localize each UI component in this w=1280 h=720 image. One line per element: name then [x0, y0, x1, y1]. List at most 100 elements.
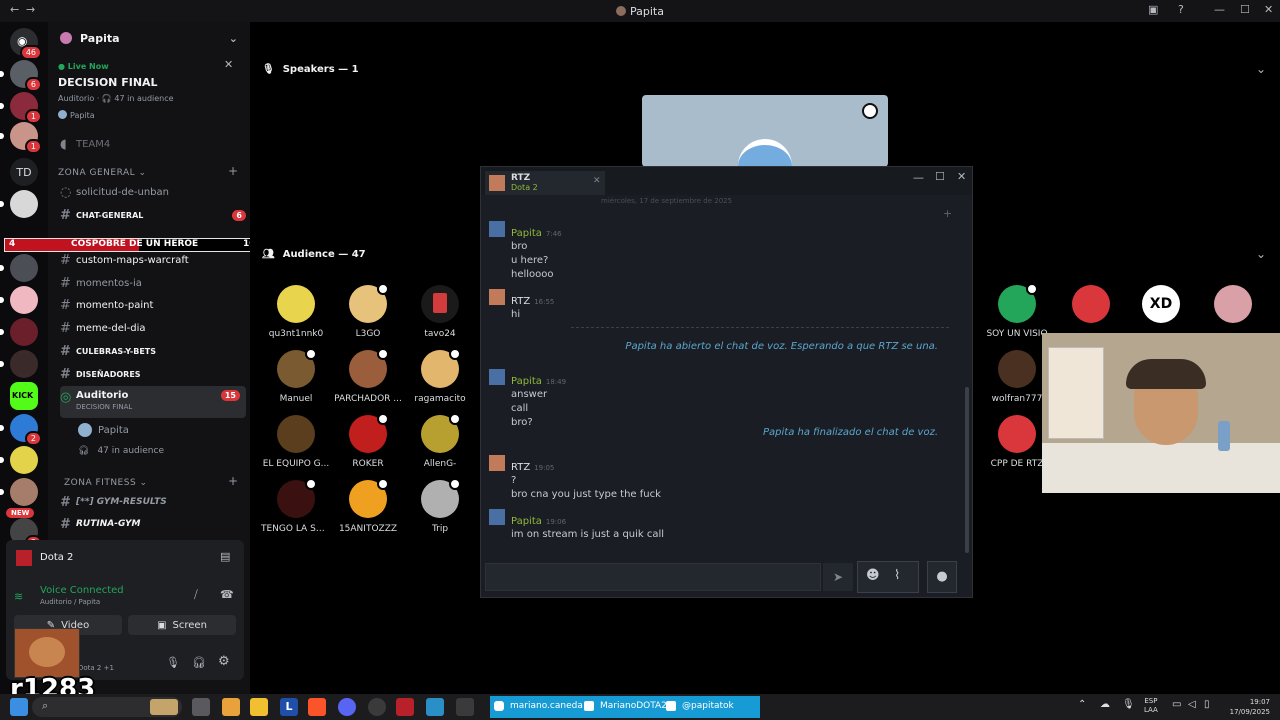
live-event-card[interactable]: ● Live Now ✕ DECISION FINAL Auditorio · … [48, 56, 250, 144]
disconnect-icon[interactable]: ☎ [220, 588, 234, 601]
stage-member[interactable]: Papita [78, 420, 264, 440]
server-icon[interactable] [0, 190, 38, 218]
close-tab-icon[interactable]: ✕ [593, 176, 601, 186]
brave-icon[interactable] [308, 698, 326, 716]
maximize-icon[interactable]: ☐ [935, 170, 945, 183]
attachment-icon[interactable]: ⌇ [894, 568, 900, 583]
channel-gym-results[interactable]: # [**] GYM-RESULTS [60, 492, 246, 512]
channel-auditorio[interactable]: ◎ Auditorio DECISION FINAL 15 [60, 386, 246, 418]
close-icon[interactable]: ✕ [957, 170, 966, 183]
audience-member[interactable]: Manuel [261, 348, 331, 404]
voice-status[interactable]: Voice Connected [40, 585, 124, 596]
voice-chat-icon[interactable]: ● [927, 561, 957, 593]
server-icon[interactable] [0, 318, 38, 346]
network-icon[interactable]: ▭ [1172, 699, 1181, 710]
settings-gear-icon[interactable]: ⚙ [218, 654, 230, 669]
audience-header[interactable]: 👥︎ Audience — 47 [262, 249, 366, 260]
avatar[interactable] [1214, 285, 1252, 323]
category-zona-fitness[interactable]: ZONA FITNESS ⌄ [64, 478, 148, 488]
audience-member[interactable]: SOY UN VISIO [982, 283, 1052, 339]
add-friend-icon[interactable]: + [943, 207, 952, 220]
avatar[interactable]: XD [1142, 285, 1180, 323]
audience-member[interactable]: ROKER [333, 413, 403, 469]
screen-button[interactable]: ▣ Screen [128, 615, 236, 635]
add-channel-icon[interactable]: + [228, 474, 238, 488]
language-indicator[interactable]: ESP LAA [1144, 697, 1158, 715]
channel-disenadores[interactable]: # DISEÑADORES [60, 364, 246, 384]
headphones-icon[interactable]: 🎧︎ [192, 656, 206, 669]
dota-taskbar-icon[interactable] [396, 698, 414, 716]
server-icon[interactable] [0, 350, 38, 378]
server-td[interactable]: TD [10, 158, 38, 186]
add-channel-icon[interactable]: + [228, 164, 238, 178]
maximize-icon[interactable]: ☐ [1240, 3, 1250, 16]
channel-team4[interactable]: ◖ TEAM4 [60, 134, 246, 154]
server-icon[interactable] [0, 478, 38, 506]
calculator-icon[interactable] [456, 698, 474, 716]
audience-member[interactable]: EL EQUIPO G... [261, 415, 331, 469]
start-icon[interactable] [10, 698, 28, 716]
activity-settings-icon[interactable]: ▤ [220, 550, 230, 563]
emoticon-icon[interactable]: ☻ [866, 568, 880, 583]
channel-meme-del-dia[interactable]: # meme-del-dia [60, 318, 246, 338]
audience-member[interactable]: L3GO [333, 283, 403, 339]
task-view-icon[interactable] [192, 698, 210, 716]
clock[interactable]: 19:07 17/09/2025 [1226, 697, 1270, 717]
channel-custom-maps-warcraft[interactable]: # custom-maps-warcraft [60, 250, 246, 270]
app-icon[interactable] [426, 698, 444, 716]
inbox-icon[interactable]: ▣ [1148, 3, 1158, 16]
chat-input[interactable] [485, 563, 821, 591]
search-bar[interactable]: ⌕ [32, 697, 182, 717]
obs-icon[interactable] [368, 698, 386, 716]
chat-tab[interactable]: RTZ Dota 2 ✕ [485, 171, 605, 195]
channel-solicitud-de-unban[interactable]: ◌ solicitud-de-unban [60, 182, 246, 202]
home-button[interactable]: ◉ 46 [10, 28, 42, 60]
avatar[interactable] [1072, 285, 1110, 323]
channel-momento-paint[interactable]: # momento-paint [60, 295, 246, 315]
guild-header[interactable]: Papita ⌄ [48, 22, 250, 54]
audience-member[interactable]: Trip [405, 478, 475, 534]
volume-icon[interactable]: ◁ [1188, 699, 1196, 710]
category-zona-general[interactable]: ZONA GENERAL ⌄ [58, 168, 147, 178]
speakers-header[interactable]: 🎙︎ Speakers — 1 [262, 64, 359, 75]
server-icon[interactable] [0, 446, 38, 474]
close-icon[interactable]: ✕ [1264, 3, 1273, 16]
speaker-tile[interactable] [642, 95, 888, 167]
discord-taskbar-icon[interactable] [338, 698, 356, 716]
channel-momentos-ia[interactable]: # momentos-ia [60, 273, 246, 293]
server-icon[interactable]: 1 [0, 122, 42, 154]
noise-suppression-icon[interactable]: ⧸ [194, 588, 198, 602]
battery-icon[interactable]: ▯ [1204, 699, 1210, 710]
channel-chat-general[interactable]: # CHAT-GENERAL 6 [60, 205, 246, 225]
send-icon[interactable]: ➤ [823, 563, 853, 591]
audience-member[interactable]: qu3nt1nnk0 [261, 285, 331, 339]
scrollbar[interactable] [965, 387, 969, 553]
audience-member[interactable]: AllenG- [405, 413, 475, 469]
file-explorer-icon[interactable] [250, 698, 268, 716]
server-icon[interactable]: 6 [0, 60, 42, 92]
audience-member[interactable]: ragamacito [405, 348, 475, 404]
audience-member[interactable]: tavo24 [405, 285, 475, 339]
minimize-icon[interactable]: — [1214, 3, 1225, 16]
server-icon[interactable]: 2 [0, 414, 42, 446]
audience-member[interactable]: PARCHADOR ... [333, 348, 403, 404]
channel-rutina-gym[interactable]: # RUTINA-GYM [60, 514, 246, 534]
microphone-icon[interactable]: 🎙︎ [1122, 699, 1135, 710]
channel-culebras-y-bets[interactable]: # CULEBRAS-Y-BETS [60, 341, 246, 361]
help-icon[interactable]: ? [1178, 3, 1184, 16]
audience-member[interactable]: TENGO LA SO... [261, 478, 331, 534]
chevron-up-icon[interactable]: ⌃ [1078, 699, 1086, 710]
minimize-icon[interactable]: — [913, 171, 924, 184]
server-icon[interactable]: 1 [0, 92, 42, 124]
app-icon[interactable]: L [280, 698, 298, 716]
chevron-down-icon[interactable]: ⌄ [1256, 247, 1266, 261]
cloud-icon[interactable]: ☁ [1100, 699, 1110, 710]
server-icon[interactable] [0, 254, 38, 282]
chevron-down-icon[interactable]: ⌄ [1256, 62, 1266, 76]
microphone-icon[interactable]: 🎙︎ [166, 656, 180, 669]
kick-server-icon[interactable]: KICK [10, 382, 38, 410]
app-icon[interactable] [222, 698, 240, 716]
close-icon[interactable]: ✕ [224, 58, 233, 71]
server-icon[interactable] [0, 286, 38, 314]
audience-member[interactable]: 15ANITOZZZ [333, 478, 403, 534]
